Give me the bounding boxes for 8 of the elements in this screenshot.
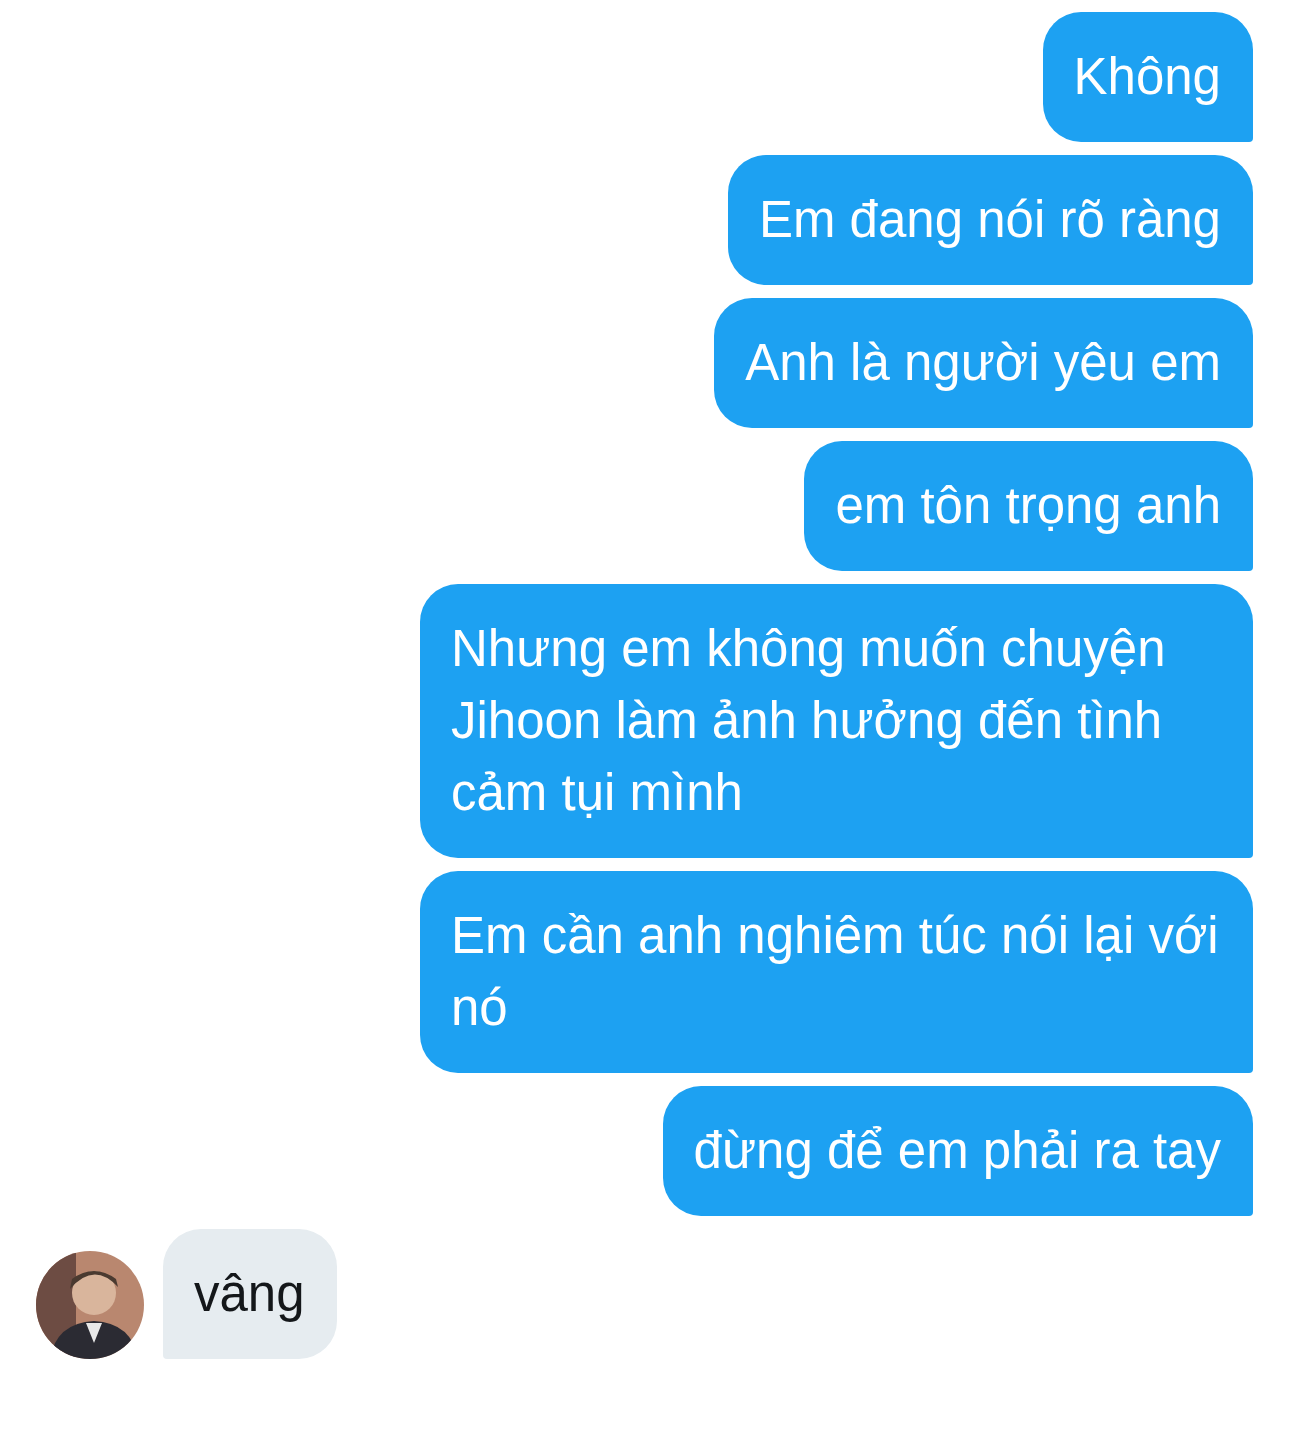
message-bubble: vâng — [163, 1229, 337, 1359]
message-bubble: Nhưng em không muốn chuyện Jihoon làm ảnh hưởng đến tình cảm tụi mình — [420, 584, 1253, 858]
message-bubble: Anh là người yêu em — [714, 298, 1253, 428]
message-bubble: Em đang nói rõ ràng — [727, 155, 1253, 285]
message-bubble: Không — [1042, 12, 1253, 142]
message-bubble: em tôn trọng anh — [804, 441, 1253, 571]
message-bubble: đừng để em phải ra tay — [662, 1086, 1253, 1216]
message-bubble: Em cần anh nghiêm túc nói lại với nó — [420, 871, 1253, 1073]
